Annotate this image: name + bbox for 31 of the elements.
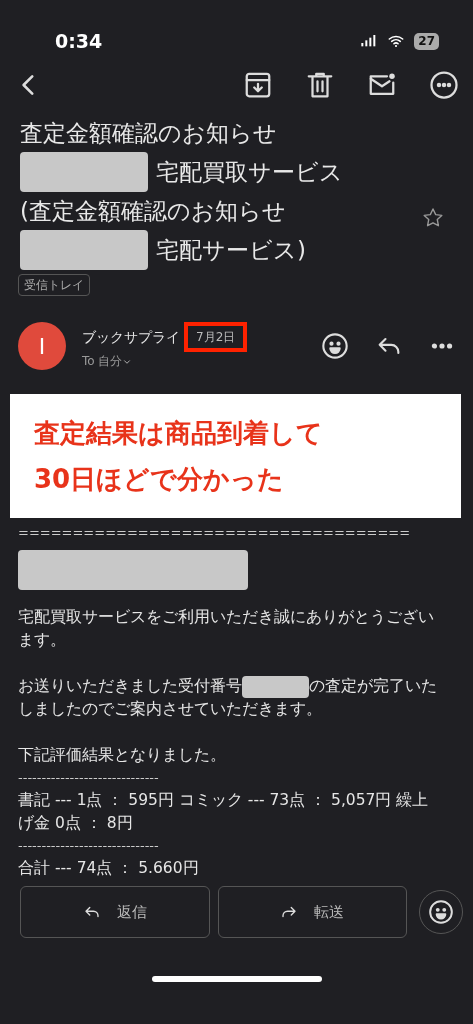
label-tag[interactable]: 受信トレイ [18,274,90,296]
divider-text: ==================================== [18,524,411,542]
subject-text: 宅配サービス) [156,236,306,265]
email-date: 7月2日 [184,322,248,352]
body-text: 宅配買取サービスをご利用いただき誠にありがとうございます。 [18,607,435,651]
recipient-dropdown[interactable]: To 自分 [82,352,248,370]
divider-text: ------------------------------ [18,769,159,787]
body-text: の査定が完了いた [309,676,437,697]
subject-text: 査定金額確認のお知らせ [20,119,277,148]
subject-text: (査定金額確認のお知らせ [20,197,286,226]
smiley-icon [428,899,454,925]
sender-avatar: I [18,322,66,370]
body-text: 下記評価結果となりました。 [18,745,227,766]
body-text: しましたのでご案内させていただきます。 [18,700,322,718]
body-text: 合計 --- 74点 ： 5.660円 [18,858,200,879]
forward-button[interactable]: 転送 [217,886,407,938]
smiley-icon[interactable] [321,332,349,360]
status-time: 0:34 [55,28,103,54]
redaction-block [242,675,309,698]
body-text: お送りいただきました受付番号 [18,676,242,697]
more-icon[interactable] [429,70,459,100]
battery-level: 27 [414,32,439,50]
archive-icon[interactable] [243,70,273,100]
sender-name: ブックサプライ [82,327,180,347]
delete-icon[interactable] [305,70,335,100]
body-text: 書記 --- 1点 ： 595円 コミック --- 73点 ： 5,057円 繰上げ金 0点 ： 8円 [18,790,430,834]
annotation-text: 査定結果は商品到着して [34,417,324,450]
subject-text: 宅配買取サービス [156,158,343,187]
reply-button[interactable]: 返信 [20,886,210,938]
annotation-text: 30日ほどで分かった [34,463,286,496]
divider-text: ------------------------------ [18,837,159,855]
